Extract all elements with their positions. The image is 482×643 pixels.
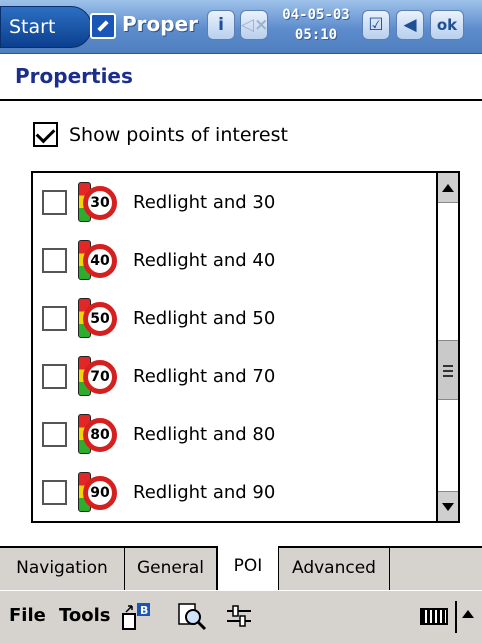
item-checkbox[interactable] — [42, 421, 67, 447]
item-checkbox[interactable] — [42, 479, 67, 505]
speed-sign-icon: 30 — [83, 186, 117, 220]
vertical-scrollbar[interactable] — [436, 173, 458, 521]
tab-poi[interactable]: POI — [217, 546, 279, 590]
tab-bar: Navigation General POI Advanced — [0, 546, 482, 590]
grip-line — [443, 365, 453, 367]
app-icon — [90, 13, 116, 39]
item-checkbox[interactable] — [42, 247, 67, 273]
item-label: Redlight and 90 — [133, 481, 276, 503]
list-item[interactable]: 30 Redlight and 30 — [33, 173, 438, 231]
app-title: Proper — [122, 12, 199, 36]
redlight-speed-icon: 80 — [78, 412, 122, 456]
show-poi-toggle[interactable]: Show points of interest — [33, 122, 288, 147]
task-check-icon[interactable]: ☑ — [362, 10, 390, 40]
show-poi-label: Show points of interest — [69, 123, 288, 146]
back-icon[interactable]: ◀ — [396, 10, 424, 40]
tab-navigation[interactable]: Navigation — [0, 548, 125, 590]
clock[interactable]: 04-05-03 05:10 — [275, 5, 357, 45]
speed-sign-icon: 80 — [83, 418, 117, 452]
item-checkbox[interactable] — [42, 305, 67, 331]
scroll-up-button[interactable] — [438, 173, 458, 203]
redlight-speed-icon: 40 — [78, 238, 122, 282]
grip-line — [443, 370, 453, 372]
item-label: Redlight and 70 — [133, 365, 276, 387]
item-checkbox[interactable] — [42, 189, 67, 215]
file-menu[interactable]: File — [9, 605, 46, 626]
menu-bar: File Tools B — [0, 590, 482, 643]
redlight-speed-icon: 50 — [78, 296, 122, 340]
scroll-thumb[interactable] — [438, 340, 458, 400]
keyboard-icon[interactable] — [420, 608, 448, 625]
scroll-down-button[interactable] — [438, 491, 458, 521]
page-title: Properties — [15, 64, 133, 88]
volume-muted-icon[interactable]: ◁× — [240, 10, 268, 40]
list-item[interactable]: 90 Redlight and 90 — [33, 463, 438, 521]
clock-time: 05:10 — [294, 27, 338, 43]
ok-button[interactable]: ok — [430, 10, 464, 40]
list-item[interactable]: 50 Redlight and 50 — [33, 289, 438, 347]
item-label: Redlight and 40 — [133, 249, 276, 271]
tab-advanced[interactable]: Advanced — [279, 548, 390, 590]
search-icon[interactable] — [177, 601, 207, 631]
list-item[interactable]: 80 Redlight and 80 — [33, 405, 438, 463]
title-divider — [0, 99, 482, 101]
list-item[interactable]: 40 Redlight and 40 — [33, 231, 438, 289]
redlight-speed-icon: 90 — [78, 470, 122, 514]
info-icon[interactable]: i — [207, 10, 235, 40]
arrow-up-icon — [442, 184, 454, 192]
svg-text:B: B — [140, 604, 148, 617]
scroll-track[interactable] — [438, 204, 458, 490]
input-separator — [455, 601, 457, 633]
start-button[interactable]: Start — [0, 6, 92, 48]
show-poi-checkbox[interactable] — [33, 122, 58, 147]
clock-date: 04-05-03 — [282, 7, 350, 23]
item-label: Redlight and 80 — [133, 423, 276, 445]
speed-sign-icon: 50 — [83, 302, 117, 336]
title-bar: Start Proper i ◁× 04-05-03 05:10 ☑ ◀ ok — [0, 0, 482, 54]
poi-list[interactable]: 30 Redlight and 30 40 Redlight and 40 50… — [31, 171, 460, 523]
arrow-down-icon — [442, 503, 454, 511]
speed-sign-icon: 40 — [83, 244, 117, 278]
bluetooth-transfer-icon[interactable]: B — [122, 601, 152, 631]
item-label: Redlight and 30 — [133, 191, 276, 213]
item-checkbox[interactable] — [42, 363, 67, 389]
speed-sign-icon: 70 — [83, 360, 117, 394]
tools-menu[interactable]: Tools — [59, 605, 111, 626]
redlight-speed-icon: 70 — [78, 354, 122, 398]
item-label: Redlight and 50 — [133, 307, 276, 329]
settings-sliders-icon[interactable] — [224, 601, 254, 631]
grip-line — [443, 375, 453, 377]
list-item[interactable]: 70 Redlight and 70 — [33, 347, 438, 405]
speed-sign-icon: 90 — [83, 476, 117, 510]
redlight-speed-icon: 30 — [78, 180, 122, 224]
input-arrow-icon[interactable] — [462, 610, 474, 618]
tab-general[interactable]: General — [125, 548, 217, 590]
